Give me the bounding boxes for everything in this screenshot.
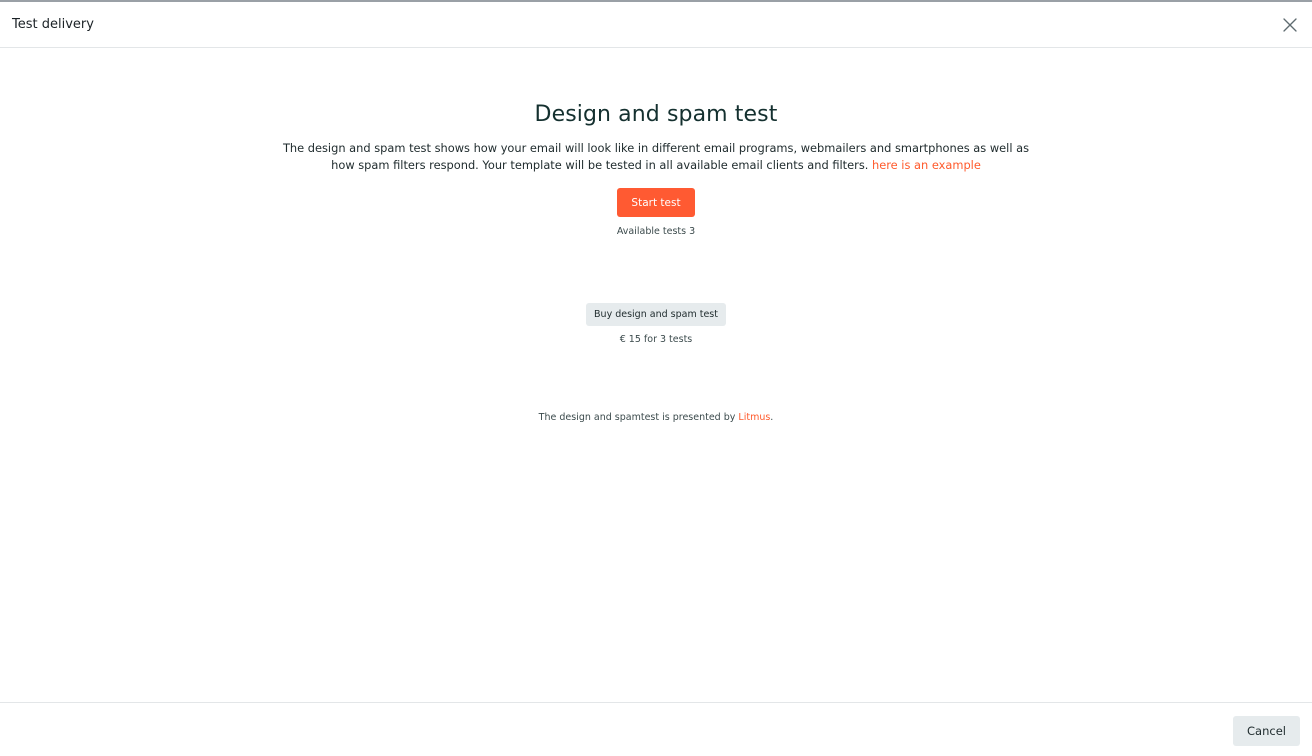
description-text: The design and spam test shows how your … (270, 140, 1042, 174)
close-icon (1283, 17, 1297, 32)
price-text: € 15 for 3 tests (619, 334, 693, 345)
dialog-content: Design and spam test The design and spam… (0, 50, 1312, 704)
buy-test-button[interactable]: Buy design and spam test (586, 303, 726, 326)
dialog-header: Test delivery (0, 2, 1312, 48)
cancel-button[interactable]: Cancel (1233, 716, 1300, 746)
presented-prefix: The design and spamtest is presented by (538, 412, 739, 423)
page-title: Design and spam test (534, 102, 778, 127)
close-button[interactable] (1279, 14, 1301, 36)
example-link[interactable]: here is an example (872, 158, 981, 172)
presented-suffix: . (770, 412, 774, 423)
available-tests-count: Available tests 3 (616, 226, 696, 237)
dialog-footer: Cancel (0, 702, 1312, 756)
litmus-link[interactable]: Litmus (738, 412, 770, 423)
test-delivery-dialog: Test delivery Design and spam test The d… (0, 0, 1312, 756)
start-test-button[interactable]: Start test (617, 188, 695, 217)
dialog-title: Test delivery (12, 17, 94, 32)
presented-by-text: The design and spamtest is presented by … (0, 412, 1312, 423)
